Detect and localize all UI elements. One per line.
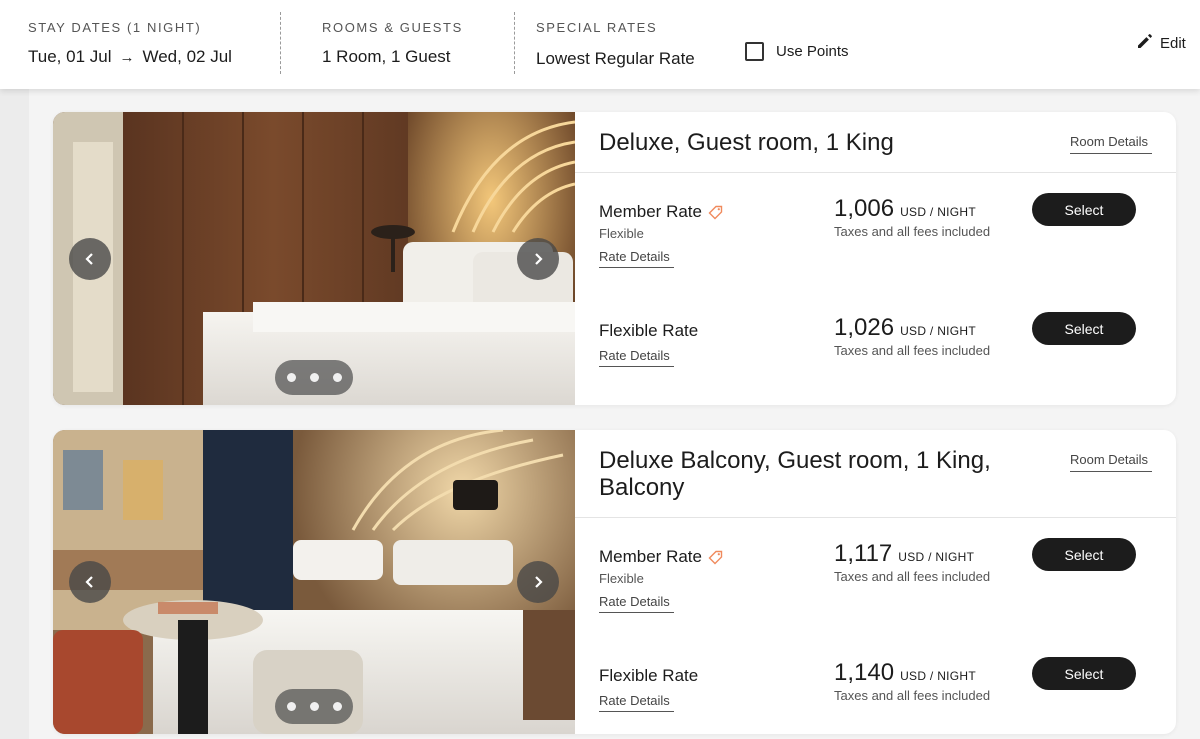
rate-details-link[interactable]: Rate Details: [599, 348, 674, 367]
chevron-right-icon: [535, 576, 543, 588]
carousel-next-button[interactable]: [517, 561, 559, 603]
carousel-dot[interactable]: [286, 373, 296, 382]
divider: [280, 12, 281, 74]
tag-icon: [708, 550, 723, 565]
room-info: Deluxe Balcony, Guest room, 1 King, Balc…: [575, 430, 1176, 734]
select-rate-button[interactable]: Select: [1032, 193, 1136, 226]
arrow-right-icon: →: [119, 49, 135, 66]
use-points-checkbox[interactable]: [745, 42, 764, 61]
divider: [514, 12, 515, 74]
rate-name-label: Flexible Rate: [599, 666, 699, 685]
chevron-right-icon: [535, 252, 543, 265]
check-out-date: Wed, 02 Jul: [142, 47, 232, 66]
room-card: Deluxe, Guest room, 1 King Room Details …: [53, 112, 1176, 405]
room-title: Deluxe Balcony, Guest room, 1 King, Balc…: [599, 447, 991, 501]
price: 1,006 USD / NIGHT: [834, 195, 976, 223]
price-amount: 1,117: [834, 540, 893, 567]
rate-row: Member Rate Flexible Rate Details 1,117 U…: [575, 538, 1176, 627]
use-points-label: Use Points: [776, 43, 849, 60]
select-rate-button[interactable]: Select: [1032, 657, 1136, 690]
stay-dates-value: Tue, 01 Jul → Wed, 02 Jul: [28, 47, 232, 67]
stay-dates-label: STAY DATES (1 NIGHT): [28, 20, 202, 35]
price-unit: USD / NIGHT: [900, 324, 977, 338]
check-in-date: Tue, 01 Jul: [28, 47, 112, 66]
room-info: Deluxe, Guest room, 1 King Room Details …: [575, 112, 1176, 405]
rate-name: Member Rate: [599, 547, 723, 567]
tag-icon: [708, 205, 723, 220]
left-gutter: [0, 89, 29, 739]
rate-row: Member Rate Flexible Rate Details 1,006 U…: [575, 193, 1176, 282]
price: 1,117 USD / NIGHT: [834, 540, 974, 568]
divider: [575, 172, 1176, 173]
rate-policy: Flexible: [599, 571, 644, 586]
price-note: Taxes and all fees included: [834, 224, 991, 239]
special-rates-section[interactable]: SPECIAL RATES Lowest Regular Rate: [536, 20, 695, 69]
chevron-left-icon: [85, 252, 93, 265]
carousel-dot[interactable]: [309, 702, 319, 711]
carousel-prev-button[interactable]: [69, 561, 111, 603]
rate-row: Flexible Rate Rate Details 1,026 USD / NI…: [575, 312, 1176, 401]
rooms-guests-value: 1 Room, 1 Guest: [322, 47, 451, 66]
stay-dates-section[interactable]: STAY DATES (1 NIGHT) Tue, 01 Jul → Wed, 02…: [28, 20, 232, 67]
select-rate-button[interactable]: Select: [1032, 538, 1136, 571]
price-amount: 1,006: [834, 195, 895, 222]
carousel-dot[interactable]: [332, 702, 342, 711]
select-rate-button[interactable]: Select: [1032, 312, 1136, 345]
price: 1,140 USD / NIGHT: [834, 659, 976, 687]
price-note: Taxes and all fees included: [834, 688, 991, 703]
divider: [575, 517, 1176, 518]
carousel-prev-button[interactable]: [69, 237, 111, 280]
special-rates-value: Lowest Regular Rate: [536, 49, 695, 68]
carousel-dot[interactable]: [332, 373, 342, 382]
room-details-link[interactable]: Room Details: [1070, 452, 1152, 472]
rate-details-link[interactable]: Rate Details: [599, 249, 674, 268]
rooms-guests-label: ROOMS & GUESTS: [322, 20, 463, 35]
carousel-dot[interactable]: [309, 373, 319, 382]
carousel-dot[interactable]: [286, 702, 296, 711]
carousel-pagination: [275, 360, 353, 395]
carousel-next-button[interactable]: [517, 237, 559, 280]
special-rates-label: SPECIAL RATES: [536, 20, 658, 35]
chevron-left-icon: [85, 576, 93, 588]
room-details-link[interactable]: Room Details: [1070, 134, 1152, 154]
room-photo-carousel[interactable]: [53, 112, 575, 405]
carousel-pagination: [275, 689, 353, 724]
room-title: Deluxe, Guest room, 1 King: [599, 129, 894, 156]
rate-name: Flexible Rate: [599, 666, 698, 686]
room-photo-carousel[interactable]: [53, 430, 575, 734]
rooms-guests-section[interactable]: ROOMS & GUESTS 1 Room, 1 Guest: [322, 20, 463, 67]
rate-policy: Flexible: [599, 226, 644, 241]
rate-name: Member Rate: [599, 202, 723, 222]
price-unit: USD / NIGHT: [900, 669, 977, 683]
rate-name-label: Flexible Rate: [599, 321, 699, 340]
price: 1,026 USD / NIGHT: [834, 314, 976, 342]
rate-name-label: Member Rate: [599, 202, 702, 221]
edit-button[interactable]: Edit: [1136, 32, 1186, 55]
pencil-icon: [1136, 32, 1154, 55]
rate-row: Flexible Rate Rate Details 1,140 USD / NI…: [575, 657, 1176, 734]
price-unit: USD / NIGHT: [900, 205, 977, 219]
rate-details-link[interactable]: Rate Details: [599, 594, 674, 613]
rate-details-link[interactable]: Rate Details: [599, 693, 674, 712]
price-note: Taxes and all fees included: [834, 343, 991, 358]
room-card: Deluxe Balcony, Guest room, 1 King, Balc…: [53, 430, 1176, 734]
use-points-toggle[interactable]: Use Points: [745, 42, 849, 61]
search-summary-bar: STAY DATES (1 NIGHT) Tue, 01 Jul → Wed, 02…: [0, 0, 1200, 89]
edit-label: Edit: [1160, 35, 1186, 52]
rate-name: Flexible Rate: [599, 321, 698, 341]
price-unit: USD / NIGHT: [898, 550, 975, 564]
price-amount: 1,140: [834, 659, 895, 686]
price-amount: 1,026: [834, 314, 895, 341]
price-note: Taxes and all fees included: [834, 569, 991, 584]
rate-name-label: Member Rate: [599, 547, 702, 566]
